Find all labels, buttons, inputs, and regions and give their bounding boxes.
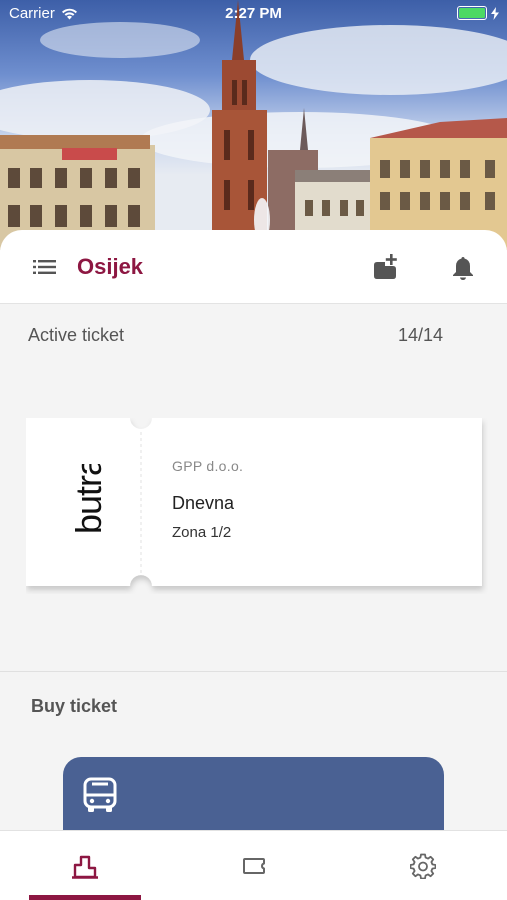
section-divider	[0, 671, 507, 672]
charging-bolt-icon	[491, 6, 499, 20]
bus-icon	[83, 777, 117, 812]
tab-city[interactable]	[0, 831, 169, 900]
menu-list-icon[interactable]	[33, 259, 57, 275]
add-wallet-icon[interactable]	[372, 254, 400, 280]
tab-settings[interactable]	[338, 831, 507, 900]
city-icon	[71, 855, 98, 879]
tab-tickets[interactable]	[169, 831, 338, 900]
hero-city-image	[0, 0, 507, 250]
ticket-company: GPP d.o.o.	[172, 458, 244, 474]
city-title[interactable]: Osijek	[77, 254, 143, 280]
battery-icon	[457, 6, 487, 20]
status-time: 2:27 PM	[225, 5, 282, 22]
butra-logo: butra	[49, 455, 125, 544]
notifications-bell-icon[interactable]	[451, 255, 475, 281]
ticket-icon	[242, 858, 265, 874]
settings-gear-icon	[409, 853, 436, 879]
bottom-tab-bar	[0, 830, 507, 900]
header-bar: Osijek	[0, 230, 507, 304]
buy-ticket-label: Buy ticket	[31, 696, 118, 716]
status-bar: Carrier 2:27 PM	[0, 0, 507, 28]
active-ticket-label: Active ticket	[28, 325, 125, 345]
active-ticket-count: 14/14	[397, 325, 443, 345]
ticket-name: Dnevna	[172, 493, 235, 513]
ticket-zone: Zona 1/2	[172, 524, 232, 541]
active-tab-indicator	[29, 895, 141, 900]
svg-text:butra: butra	[68, 464, 109, 534]
active-ticket-card[interactable]: butra GPP d.o.o. Dnevna Zona 1/2	[26, 418, 482, 586]
battery-indicator	[457, 6, 499, 20]
